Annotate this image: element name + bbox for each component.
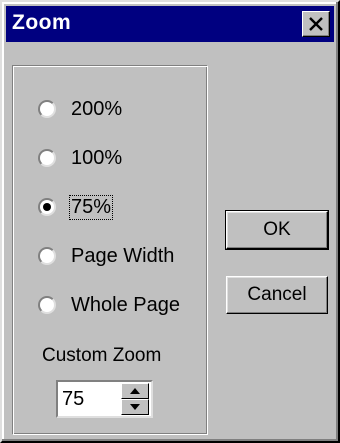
radio-page-width[interactable]: Page Width (38, 241, 175, 271)
ok-button[interactable]: OK (225, 210, 329, 250)
radio-button[interactable] (38, 247, 56, 265)
spin-down-button[interactable] (121, 399, 149, 415)
custom-zoom-spinbox[interactable]: 75 (56, 380, 153, 418)
radio-button[interactable] (38, 100, 56, 118)
close-icon (309, 17, 323, 31)
radio-selected-dot (43, 203, 51, 211)
radio-button-selected[interactable] (38, 198, 56, 216)
radio-75[interactable]: 75% (38, 192, 114, 222)
radio-200[interactable]: 200% (38, 94, 123, 124)
window-title: Zoom (12, 11, 72, 34)
spin-buttons (121, 383, 149, 415)
spin-up-button[interactable] (121, 383, 149, 399)
custom-zoom-label: Custom Zoom (42, 345, 162, 366)
radio-whole-page[interactable]: Whole Page (38, 290, 181, 320)
radio-label-page-width: Page Width (71, 244, 175, 267)
custom-zoom-value[interactable]: 75 (62, 388, 84, 411)
cancel-button[interactable]: Cancel (226, 276, 328, 314)
title-bar[interactable]: Zoom (6, 6, 334, 42)
radio-label-whole-page: Whole Page (71, 293, 180, 316)
radio-button[interactable] (38, 296, 56, 314)
close-button[interactable] (302, 11, 330, 37)
zoom-dialog: Zoom 200% 100% 75% Page Width Whole Page… (0, 0, 340, 443)
radio-label-100: 100% (71, 146, 123, 169)
radio-label-200: 200% (71, 97, 123, 120)
radio-label-75: 75% (68, 194, 114, 220)
spin-down-icon (130, 404, 140, 410)
radio-100[interactable]: 100% (38, 143, 123, 173)
spin-up-icon (130, 388, 140, 394)
radio-button[interactable] (38, 149, 56, 167)
